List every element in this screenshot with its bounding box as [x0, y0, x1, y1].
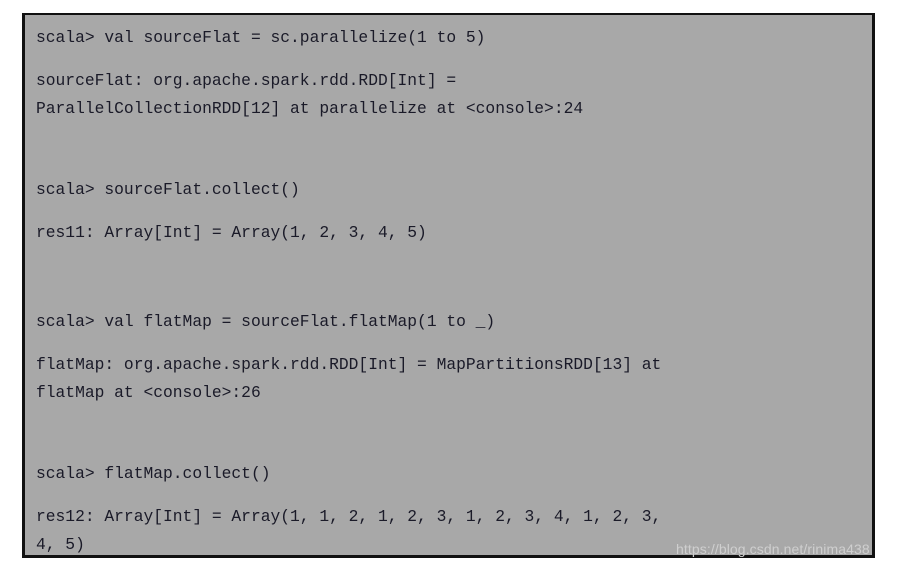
repl-output-line: res11: Array[Int] = Array(1, 2, 3, 4, 5)	[36, 223, 427, 242]
block-separator	[36, 247, 872, 307]
console-output-area: scala> val sourceFlat = sc.parallelize(1…	[36, 23, 872, 555]
repl-output-line: flatMap: org.apache.spark.rdd.RDD[Int] =…	[36, 355, 662, 374]
watermark-text: https://blog.csdn.net/rinima438	[676, 541, 870, 557]
repl-output-line-wrapped: ParallelCollectionRDD[12] at parallelize…	[36, 99, 584, 118]
repl-block-flatmap: scala> val flatMap = sourceFlat.flatMap(…	[36, 307, 872, 406]
scala-repl-console[interactable]: scala> val sourceFlat = sc.parallelize(1…	[22, 13, 875, 558]
repl-block-source-collect: scala> sourceFlat.collect() res11: Array…	[36, 175, 872, 247]
repl-prompt-line: scala> sourceFlat.collect()	[36, 180, 300, 199]
repl-prompt-line: scala> flatMap.collect()	[36, 464, 271, 483]
repl-prompt-line: scala> val sourceFlat = sc.parallelize(1…	[36, 28, 486, 47]
repl-output-line: sourceFlat: org.apache.spark.rdd.RDD[Int…	[36, 71, 457, 90]
repl-output-line-wrapped: flatMap at <console>:26	[36, 383, 261, 402]
repl-output-line: res12: Array[Int] = Array(1, 1, 2, 1, 2,…	[36, 507, 662, 526]
block-separator	[36, 122, 872, 175]
repl-block-parallelize: scala> val sourceFlat = sc.parallelize(1…	[36, 23, 872, 122]
block-separator	[36, 406, 872, 459]
repl-prompt-line: scala> val flatMap = sourceFlat.flatMap(…	[36, 312, 496, 331]
